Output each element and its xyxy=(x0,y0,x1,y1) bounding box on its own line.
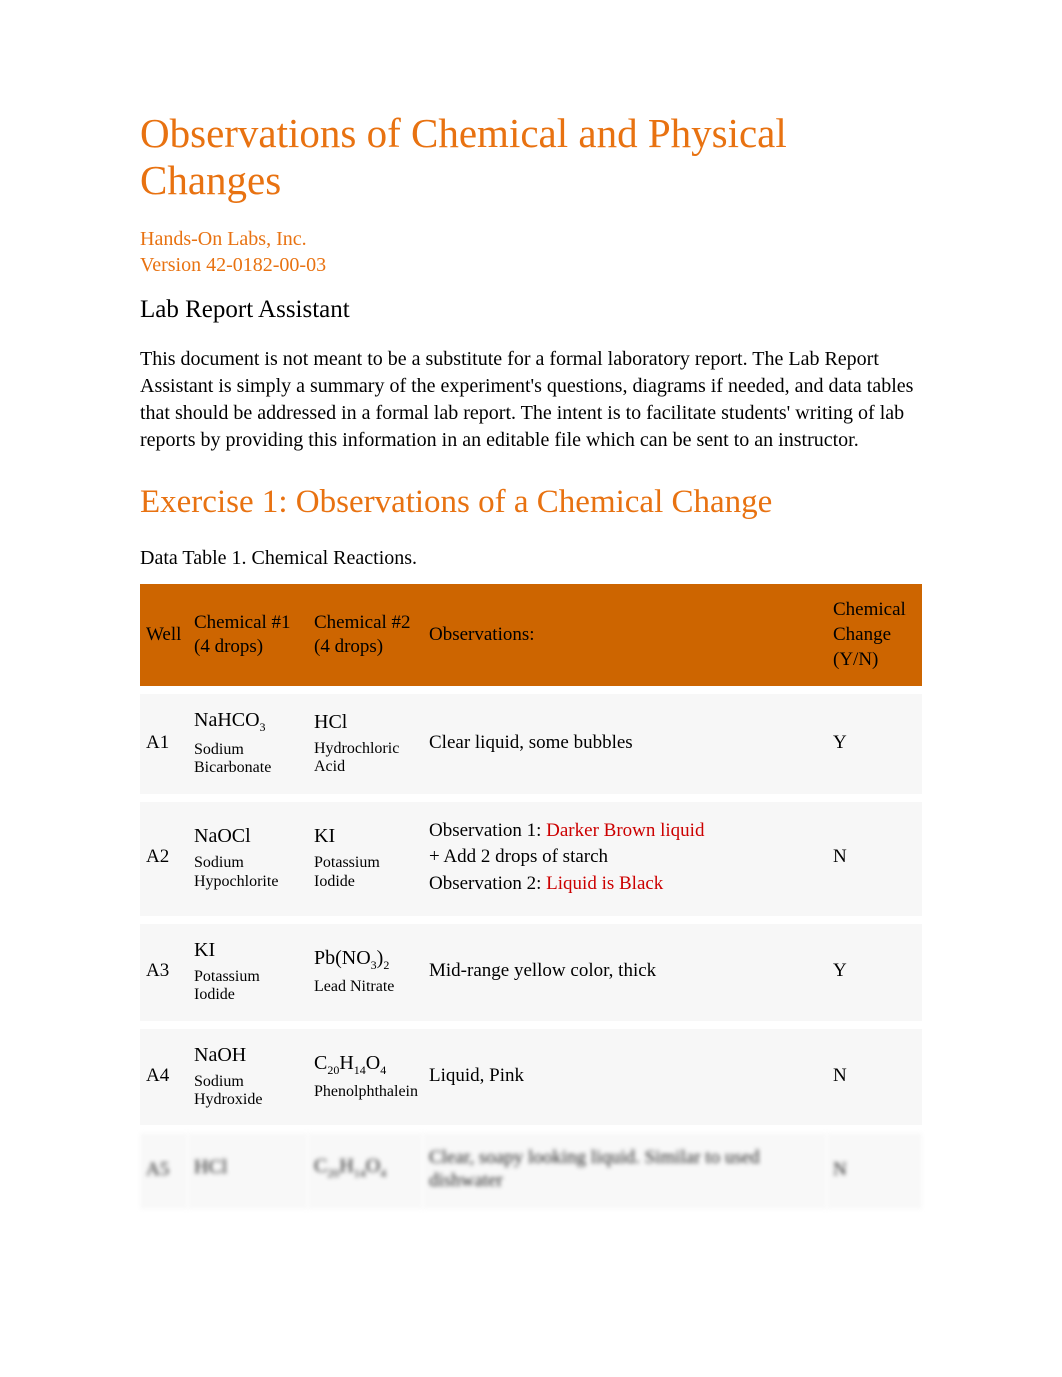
chem2-prefix: C xyxy=(314,1155,327,1177)
cell-chemical-1: NaOH Sodium Hydroxide xyxy=(188,1025,308,1130)
chem1-formula: NaOCl xyxy=(194,824,302,848)
chem2-prefix: Pb(NO xyxy=(314,947,371,969)
chem2-sub2: 2 xyxy=(383,958,389,972)
chem2-name: Potassium Iodide xyxy=(314,854,417,891)
description-paragraph: This document is not meant to be a subst… xyxy=(140,346,922,454)
chem2-sub3: 4 xyxy=(380,1166,386,1180)
chem1-subscript: 3 xyxy=(260,720,266,734)
cell-chemical-1: HCl xyxy=(188,1129,308,1209)
table-caption: Data Table 1. Chemical Reactions. xyxy=(140,547,922,570)
table-row: A4 NaOH Sodium Hydroxide C20H14O4 Phenol… xyxy=(140,1025,922,1130)
chemical-reactions-table: Well Chemical #1 (4 drops) Chemical #2 (… xyxy=(140,584,922,1209)
chem2-prefix: C xyxy=(314,1052,327,1074)
cell-change: N xyxy=(827,1025,922,1130)
cell-observation: Liquid, Pink xyxy=(423,1025,827,1130)
cell-chemical-1: KI Potassium Iodide xyxy=(188,920,308,1025)
chem2-mid2: O xyxy=(366,1052,380,1074)
header-chemical-1: Chemical #1 (4 drops) xyxy=(188,584,308,690)
cell-chemical-1: NaHCO3 Sodium Bicarbonate xyxy=(188,690,308,797)
chem1-name: Potassium Iodide xyxy=(194,968,302,1005)
document-title: Observations of Chemical and Physical Ch… xyxy=(140,110,922,204)
cell-observation: Mid-range yellow color, thick xyxy=(423,920,827,1025)
cell-observation: Observation 1: Darker Brown liquid + Add… xyxy=(423,798,827,920)
cell-well: A3 xyxy=(140,920,188,1025)
cell-observation: Clear, soapy looking liquid. Similar to … xyxy=(423,1129,827,1209)
chem1-name: Sodium Hypochlorite xyxy=(194,854,302,891)
table-header-row: Well Chemical #1 (4 drops) Chemical #2 (… xyxy=(140,584,922,690)
chem1-formula: NaHCO xyxy=(194,709,260,731)
cell-chemical-2: C20H14O4 xyxy=(308,1129,423,1209)
obs2-label: Observation 2: xyxy=(429,873,541,894)
cell-well: A4 xyxy=(140,1025,188,1130)
cell-chemical-1: NaOCl Sodium Hypochlorite xyxy=(188,798,308,920)
cell-change: N xyxy=(827,798,922,920)
header-observations: Observations: xyxy=(423,584,827,690)
chem2-name: Lead Nitrate xyxy=(314,978,417,996)
company-info: Hands-On Labs, Inc. Version 42-0182-00-0… xyxy=(140,226,922,278)
table-row: A2 NaOCl Sodium Hypochlorite KI Potassiu… xyxy=(140,798,922,920)
chem2-name: Phenolphthalein xyxy=(314,1083,417,1101)
chem1-formula: HCl xyxy=(194,1155,302,1179)
chem2-sub1: 20 xyxy=(327,1063,339,1077)
company-name: Hands-On Labs, Inc. xyxy=(140,226,922,252)
chem2-sub2: 14 xyxy=(354,1063,366,1077)
cell-observation: Clear liquid, some bubbles xyxy=(423,690,827,797)
table-row: A1 NaHCO3 Sodium Bicarbonate HCl Hydroch… xyxy=(140,690,922,797)
cell-well: A2 xyxy=(140,798,188,920)
version-label: Version 42-0182-00-03 xyxy=(140,252,922,278)
chem1-formula: NaOH xyxy=(194,1043,302,1067)
header-chemical-change: Chemical Change (Y/N) xyxy=(827,584,922,690)
cell-change: Y xyxy=(827,920,922,1025)
obs1-value: Darker Brown liquid xyxy=(546,820,704,841)
chem1-name: Sodium Hydroxide xyxy=(194,1073,302,1110)
table-row: A5 HCl C20H14O4 Clear, soapy looking liq… xyxy=(140,1129,922,1209)
chem2-mid1: H xyxy=(339,1052,353,1074)
chem2-mid1: H xyxy=(339,1155,353,1177)
cell-chemical-2: C20H14O4 Phenolphthalein xyxy=(308,1025,423,1130)
cell-chemical-2: Pb(NO3)2 Lead Nitrate xyxy=(308,920,423,1025)
obs-mid-instruction: + Add 2 drops of starch xyxy=(429,846,821,869)
chem2-formula: HCl xyxy=(314,710,417,734)
obs2-value: Liquid is Black xyxy=(546,873,663,894)
chem2-sub3: 4 xyxy=(380,1063,386,1077)
header-chemical-2: Chemical #2 (4 drops) xyxy=(308,584,423,690)
chem2-sub1: 20 xyxy=(327,1166,339,1180)
cell-chemical-2: KI Potassium Iodide xyxy=(308,798,423,920)
chem2-formula: KI xyxy=(314,824,417,848)
chem2-name: Hydrochloric Acid xyxy=(314,740,417,777)
cell-well: A1 xyxy=(140,690,188,797)
chem2-mid2: O xyxy=(366,1155,380,1177)
obs1-label: Observation 1: xyxy=(429,820,541,841)
cell-change: N xyxy=(827,1129,922,1209)
cell-change: Y xyxy=(827,690,922,797)
cell-well: A5 xyxy=(140,1129,188,1209)
table-row: A3 KI Potassium Iodide Pb(NO3)2 Lead Nit… xyxy=(140,920,922,1025)
header-well: Well xyxy=(140,584,188,690)
chem2-sub2: 14 xyxy=(354,1166,366,1180)
chem1-name: Sodium Bicarbonate xyxy=(194,741,302,778)
cell-chemical-2: HCl Hydrochloric Acid xyxy=(308,690,423,797)
subtitle: Lab Report Assistant xyxy=(140,296,922,324)
exercise-title: Exercise 1: Observations of a Chemical C… xyxy=(140,484,922,521)
chem1-formula: KI xyxy=(194,938,302,962)
